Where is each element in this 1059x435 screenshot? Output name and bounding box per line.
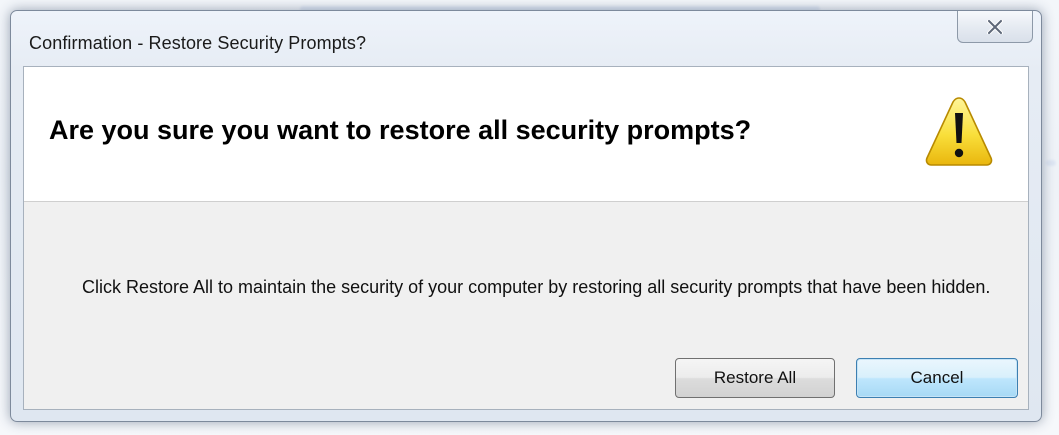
background-blur	[1046, 160, 1056, 166]
warning-icon	[925, 97, 993, 166]
confirmation-dialog: Confirmation - Restore Security Prompts?…	[10, 10, 1042, 422]
restore-all-button[interactable]: Restore All	[675, 358, 835, 398]
window-title: Confirmation - Restore Security Prompts?	[29, 33, 367, 53]
close-icon	[987, 19, 1003, 34]
cancel-button[interactable]: Cancel	[856, 358, 1018, 398]
dialog-content: Are you sure you want to restore all sec…	[23, 66, 1029, 410]
dialog-message: Click Restore All to maintain the securi…	[82, 277, 991, 297]
dialog-heading: Are you sure you want to restore all sec…	[49, 115, 752, 145]
header-panel: Are you sure you want to restore all sec…	[24, 67, 1028, 202]
close-button[interactable]	[957, 11, 1033, 43]
title-bar[interactable]: Confirmation - Restore Security Prompts?	[11, 11, 1041, 65]
